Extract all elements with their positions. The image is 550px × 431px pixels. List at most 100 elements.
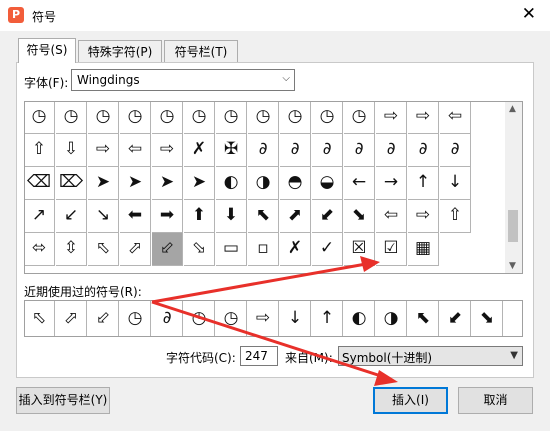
symbol-cell[interactable]: ▦ [408, 233, 439, 266]
recent-symbol-cell[interactable]: ◷ [184, 301, 215, 336]
symbol-cell[interactable]: ➤ [184, 167, 215, 200]
symbol-cell[interactable]: ⇧ [25, 134, 55, 167]
symbol-cell[interactable]: ✗ [184, 134, 215, 167]
symbol-cell[interactable]: ⌦ [56, 167, 87, 200]
symbol-cell[interactable]: ◷ [88, 102, 119, 134]
symbol-cell[interactable]: ⇨ [152, 134, 183, 167]
symbol-cell[interactable]: ⇦ [120, 134, 151, 167]
symbol-cell[interactable]: ⇳ [56, 233, 87, 266]
tab-symbol-bar[interactable]: 符号栏(T) [164, 40, 238, 62]
symbol-cell[interactable]: ⇦ [376, 200, 407, 233]
symbol-cell[interactable]: ⬅ [120, 200, 151, 233]
symbol-cell[interactable]: ⌫ [25, 167, 55, 200]
recent-symbol-cell[interactable]: ⬃ [88, 301, 119, 336]
symbol-cell[interactable]: ↑ [408, 167, 439, 200]
symbol-cell[interactable]: ∂ [312, 134, 343, 167]
symbol-cell[interactable]: ↙ [56, 200, 87, 233]
symbol-cell[interactable]: ⇧ [440, 200, 471, 233]
symbol-cell[interactable]: ➡ [152, 200, 183, 233]
symbol-cell[interactable]: ◷ [344, 102, 375, 134]
symbol-cell[interactable]: ↘ [88, 200, 119, 233]
recent-symbol-cell[interactable]: ◷ [120, 301, 151, 336]
symbol-cell[interactable]: ➤ [88, 167, 119, 200]
symbol-cell[interactable]: ◷ [56, 102, 87, 134]
symbol-cell[interactable]: ☑ [376, 233, 407, 266]
recent-symbol-cell[interactable]: ◐ [344, 301, 375, 336]
scrollbar-thumb[interactable] [508, 210, 518, 242]
symbol-cell[interactable]: ← [344, 167, 375, 200]
recent-symbol-cell[interactable]: ◷ [216, 301, 247, 336]
symbol-cell[interactable]: ⇦ [440, 102, 471, 134]
symbol-cell[interactable]: ✠ [216, 134, 247, 167]
symbol-cell[interactable]: ▫ [248, 233, 279, 266]
symbol-cell[interactable]: ◷ [216, 102, 247, 134]
recent-symbol-cell[interactable]: ⬀ [56, 301, 87, 336]
symbol-cell[interactable]: ⇨ [88, 134, 119, 167]
symbol-cell[interactable]: ⬄ [25, 233, 55, 266]
symbol-cell[interactable]: ⬇ [216, 200, 247, 233]
symbol-cell[interactable]: ➤ [120, 167, 151, 200]
cancel-button[interactable]: 取消 [458, 387, 533, 414]
tab-symbols[interactable]: 符号(S) [18, 38, 76, 63]
symbol-cell[interactable]: ➤ [152, 167, 183, 200]
app-icon: P [8, 7, 24, 23]
symbol-cell[interactable]: ◓ [280, 167, 311, 200]
recent-symbol-cell[interactable]: ⬋ [440, 301, 471, 336]
symbol-cell[interactable]: ◒ [312, 167, 343, 200]
symbol-cell[interactable]: ◑ [248, 167, 279, 200]
symbol-cell[interactable]: ⬈ [280, 200, 311, 233]
grid-scrollbar[interactable]: ▲ ▼ [505, 102, 522, 273]
symbol-cell[interactable]: ▭ [216, 233, 247, 266]
scroll-down-icon[interactable]: ▼ [509, 261, 516, 271]
recent-symbol-cell[interactable]: ⬁ [25, 301, 55, 336]
symbol-cell[interactable]: ◷ [120, 102, 151, 134]
symbol-cell[interactable]: ∂ [344, 134, 375, 167]
symbol-cell[interactable]: ⇨ [376, 102, 407, 134]
symbol-cell[interactable]: → [376, 167, 407, 200]
insert-button[interactable]: 插入(I) [373, 387, 448, 414]
recent-symbol-cell[interactable]: ◑ [376, 301, 407, 336]
symbol-cell[interactable]: ◷ [248, 102, 279, 134]
tab-special-chars[interactable]: 特殊字符(P) [78, 40, 162, 62]
symbol-cell[interactable]: ∂ [376, 134, 407, 167]
symbol-cell[interactable]: ⇨ [408, 102, 439, 134]
scroll-up-icon[interactable]: ▲ [509, 104, 516, 114]
symbol-cell[interactable]: ◷ [25, 102, 55, 134]
recent-symbol-cell[interactable]: ⇨ [248, 301, 279, 336]
symbol-cell[interactable]: ◷ [312, 102, 343, 134]
symbol-cell[interactable]: ⬊ [344, 200, 375, 233]
symbol-cell[interactable]: ⬂ [184, 233, 215, 266]
symbol-cell[interactable]: ∂ [440, 134, 471, 167]
font-select[interactable]: Wingdings ⌵ [71, 69, 295, 91]
symbol-cell[interactable]: ⬆ [184, 200, 215, 233]
recent-symbol-cell[interactable]: ↑ [312, 301, 343, 336]
symbol-cell[interactable]: ◷ [152, 102, 183, 134]
symbol-cell[interactable]: ↗ [25, 200, 55, 233]
recent-symbol-cell[interactable]: ∂ [152, 301, 183, 336]
char-code-input[interactable]: 247 [240, 346, 278, 366]
from-select[interactable]: Symbol(十进制) ▼ [338, 346, 523, 366]
recent-symbol-cell[interactable]: ⬉ [408, 301, 439, 336]
symbol-cell[interactable]: ◷ [184, 102, 215, 134]
symbol-cell[interactable]: ⬃ [152, 233, 183, 266]
symbol-cell[interactable]: ✓ [312, 233, 343, 266]
symbol-cell[interactable]: ∂ [280, 134, 311, 167]
symbol-cell[interactable]: ✗ [280, 233, 311, 266]
chevron-down-icon: ▼ [510, 350, 518, 361]
symbol-cell[interactable]: ∂ [408, 134, 439, 167]
symbol-cell[interactable]: ↓ [440, 167, 471, 200]
insert-to-bar-button[interactable]: 插入到符号栏(Y) [16, 387, 110, 414]
symbol-cell[interactable]: ∂ [248, 134, 279, 167]
symbol-cell[interactable]: ⬁ [88, 233, 119, 266]
symbol-cell[interactable]: ⬀ [120, 233, 151, 266]
symbol-cell[interactable]: ⬋ [312, 200, 343, 233]
symbol-cell[interactable]: ⇩ [56, 134, 87, 167]
recent-symbol-cell[interactable]: ⬊ [472, 301, 503, 336]
symbol-cell[interactable]: ◷ [280, 102, 311, 134]
symbol-cell[interactable]: ⬉ [248, 200, 279, 233]
symbol-cell[interactable]: ◐ [216, 167, 247, 200]
symbol-cell[interactable]: ☒ [344, 233, 375, 266]
symbol-cell[interactable]: ⇨ [408, 200, 439, 233]
close-icon[interactable]: ✕ [522, 5, 536, 23]
recent-symbol-cell[interactable]: ↓ [280, 301, 311, 336]
